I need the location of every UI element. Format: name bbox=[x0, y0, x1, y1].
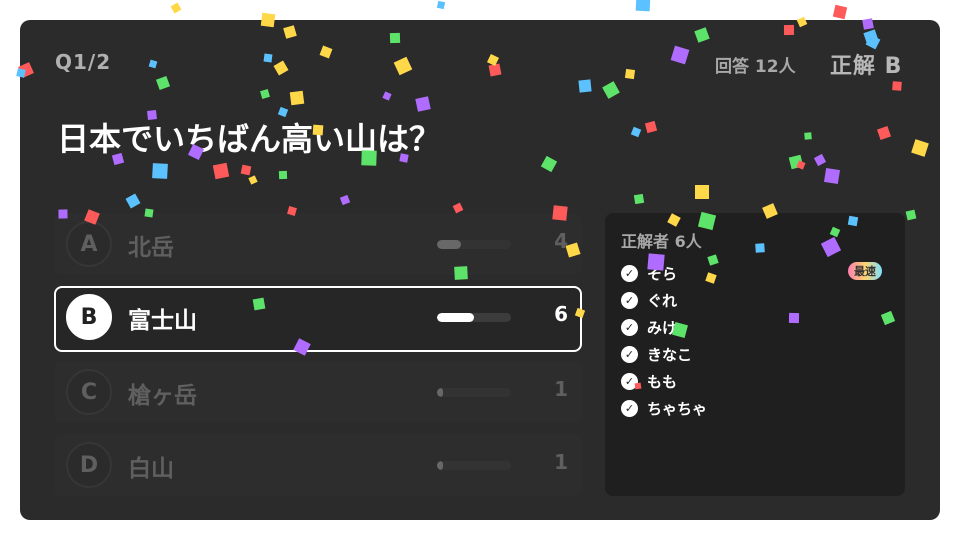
list-item: ✓ もも bbox=[621, 368, 707, 395]
choice-d[interactable]: D 白山 1 bbox=[54, 434, 582, 496]
list-item: ✓ ぐれ bbox=[621, 287, 707, 314]
winner-name: ちゃちゃ bbox=[647, 400, 708, 418]
choice-c[interactable]: C 槍ヶ岳 1 bbox=[54, 361, 582, 423]
confetti-piece bbox=[635, 0, 651, 12]
vote-bar-fill bbox=[437, 388, 443, 397]
winner-name: もも bbox=[647, 373, 678, 391]
vote-count: 4 bbox=[554, 229, 568, 253]
list-item: ✓ そら bbox=[621, 260, 707, 287]
confetti-piece bbox=[170, 2, 182, 14]
check-icon: ✓ bbox=[621, 292, 638, 309]
correct-answer-label: 正解 B bbox=[830, 54, 903, 79]
vote-bar bbox=[437, 388, 511, 397]
answer-count: 回答 12人 bbox=[715, 57, 796, 77]
choice-a[interactable]: A 北岳 4 bbox=[54, 213, 582, 275]
vote-count: 1 bbox=[554, 450, 568, 474]
vote-bar-fill bbox=[437, 461, 443, 470]
vote-count: 6 bbox=[554, 302, 568, 326]
question-number: Q1/2 bbox=[55, 50, 112, 74]
winner-name: きなこ bbox=[647, 346, 693, 364]
confetti-piece bbox=[832, 4, 848, 20]
list-item: ✓ みけ bbox=[621, 314, 707, 341]
choice-label: 槍ヶ岳 bbox=[128, 383, 197, 409]
winner-name: みけ bbox=[647, 319, 678, 337]
check-icon: ✓ bbox=[621, 373, 638, 390]
choice-letter: B bbox=[66, 294, 112, 340]
list-item: ✓ きなこ bbox=[621, 341, 707, 368]
confetti-piece bbox=[436, 0, 446, 10]
check-icon: ✓ bbox=[621, 265, 638, 282]
choice-b[interactable]: B 富士山 6 bbox=[54, 286, 582, 352]
check-icon: ✓ bbox=[621, 400, 638, 417]
check-icon: ✓ bbox=[621, 346, 638, 363]
vote-bar bbox=[437, 313, 511, 322]
fastest-badge: 最速 bbox=[848, 262, 882, 280]
choice-label: 白山 bbox=[128, 456, 174, 482]
vote-bar bbox=[437, 461, 511, 470]
list-item: ✓ ちゃちゃ bbox=[621, 395, 707, 422]
winner-name: ぐれ bbox=[647, 292, 678, 310]
winners-panel: 正解者 6人 最速 ✓ そら ✓ ぐれ ✓ みけ ✓ きなこ ✓ もも ✓ ちゃちゃ bbox=[605, 213, 905, 496]
winner-name: そら bbox=[647, 265, 678, 283]
vote-bar bbox=[437, 240, 511, 249]
winners-list: ✓ そら ✓ ぐれ ✓ みけ ✓ きなこ ✓ もも ✓ ちゃちゃ bbox=[621, 260, 707, 422]
vote-count: 1 bbox=[554, 377, 568, 401]
choice-letter: A bbox=[66, 221, 112, 267]
choice-letter: D bbox=[66, 442, 112, 488]
check-icon: ✓ bbox=[621, 319, 638, 336]
choice-label: 富士山 bbox=[128, 308, 197, 334]
quiz-panel: Q1/2 回答 12人 正解 B 日本でいちばん高い山は？ A 北岳 4 B 富… bbox=[20, 20, 940, 520]
winners-title: 正解者 6人 bbox=[621, 232, 702, 251]
question-text: 日本でいちばん高い山は？ bbox=[57, 120, 442, 158]
vote-bar-fill bbox=[437, 240, 462, 249]
vote-bar-fill bbox=[437, 313, 474, 322]
choice-label: 北岳 bbox=[128, 235, 174, 261]
choice-letter: C bbox=[66, 369, 112, 415]
